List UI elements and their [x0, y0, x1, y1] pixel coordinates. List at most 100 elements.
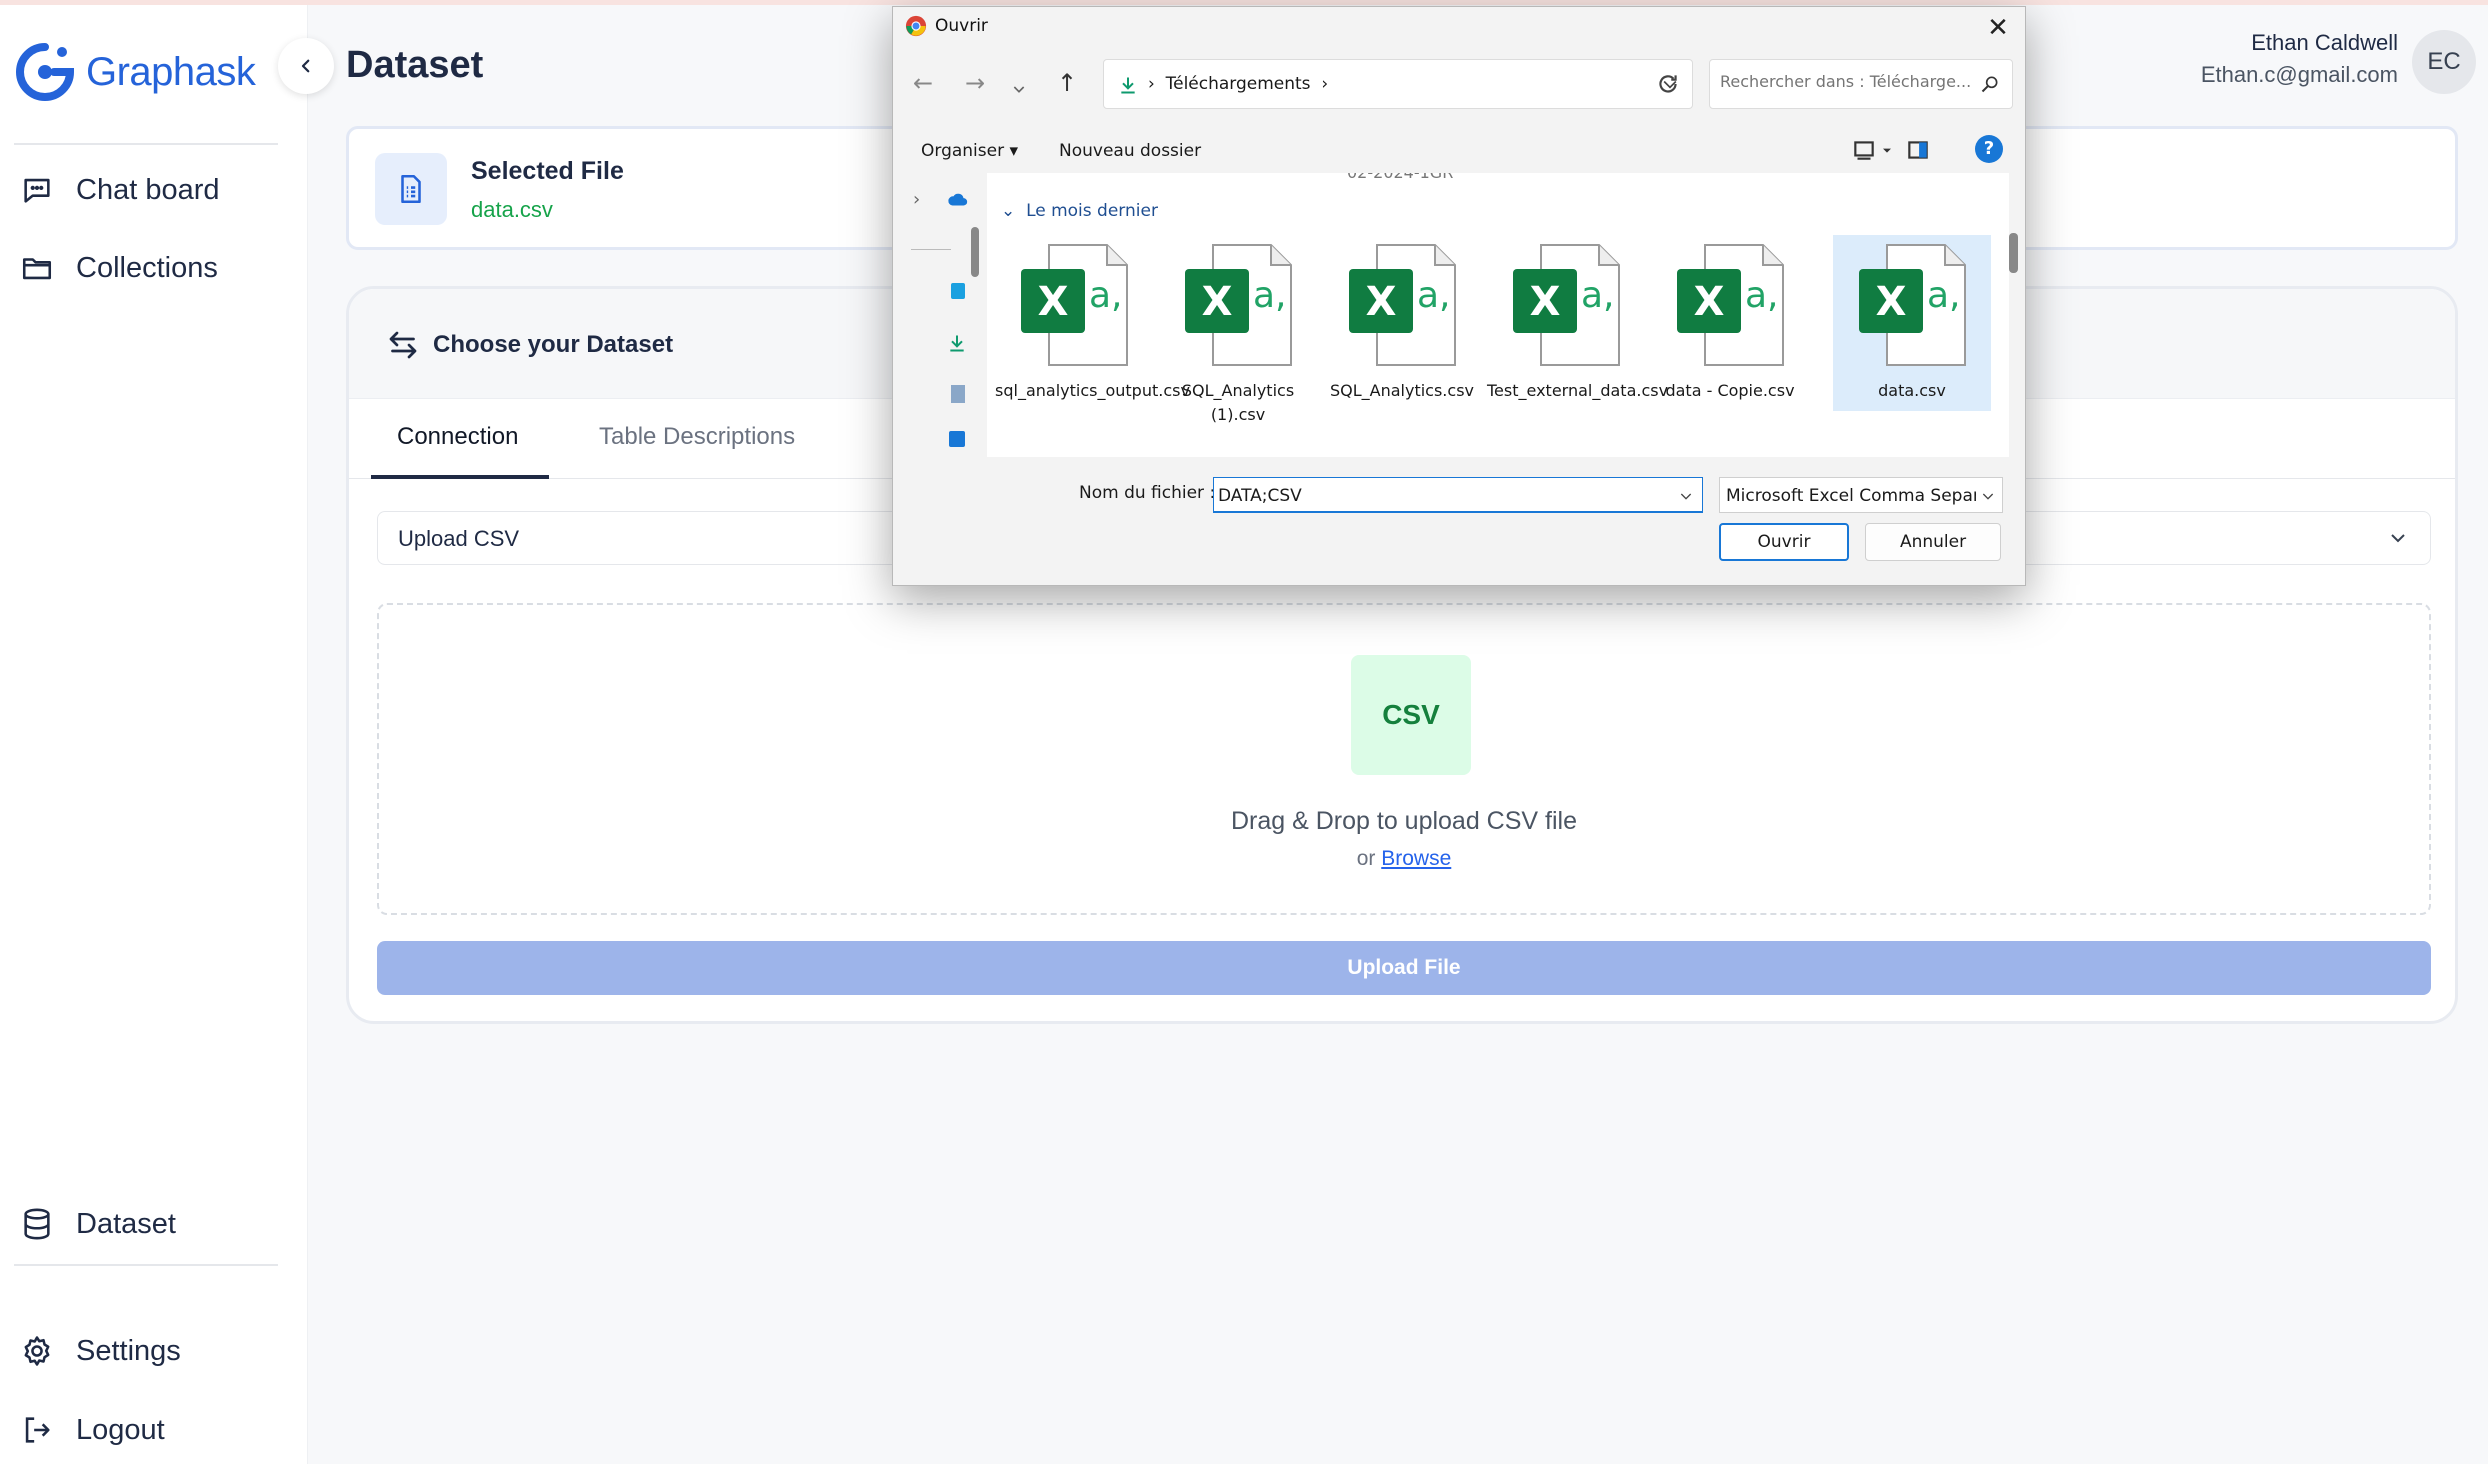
documents-icon[interactable]: [951, 385, 965, 403]
svg-text:X: X: [1202, 279, 1233, 325]
file-name: data.csv: [1878, 381, 1946, 400]
or-text: or: [1356, 847, 1376, 870]
top-accent-line: [0, 0, 2488, 5]
file-item[interactable]: Xa, Test_external_data.csv: [1487, 235, 1669, 411]
sidebar-item-chat-board[interactable]: Chat board: [20, 173, 220, 207]
sidebar-item-label: Collections: [76, 251, 218, 284]
excel-csv-icon: Xa,: [1677, 244, 1784, 366]
dropzone-text: Drag & Drop to upload CSV file: [1230, 807, 1577, 835]
organize-menu[interactable]: Organiser ▾: [921, 141, 1018, 161]
refresh-icon[interactable]: [1655, 71, 1681, 97]
chevron-down-icon[interactable]: [1879, 137, 1895, 163]
file-item-selected[interactable]: Xa, data.csv: [1833, 235, 1991, 411]
selected-file-name: data.csv: [471, 197, 553, 222]
download-icon[interactable]: [947, 333, 967, 353]
sidebar-item-dataset[interactable]: Dataset: [20, 1207, 176, 1241]
file-icon: [375, 153, 447, 225]
excel-csv-icon: Xa,: [1859, 244, 1966, 366]
folder-icon: [22, 258, 52, 280]
desktop-icon[interactable]: [951, 283, 965, 299]
up-arrow-icon[interactable]: ↑: [1057, 69, 1077, 97]
chevron-down-icon[interactable]: [1678, 488, 1694, 504]
svg-text:X: X: [1038, 279, 1069, 325]
excel-csv-icon: Xa,: [1021, 244, 1128, 366]
file-name: Test_external_data.csv: [1487, 381, 1669, 400]
file-item[interactable]: Xa, sql_analytics_output.csv: [995, 235, 1190, 411]
filename-input[interactable]: DATA;CSV: [1213, 477, 1703, 513]
svg-text:a,: a,: [1581, 275, 1615, 316]
upload-file-button[interactable]: Upload File: [377, 941, 2431, 995]
file-item[interactable]: Xa, SQL_Analytics.csv: [1323, 235, 1481, 411]
browse-link[interactable]: Browse: [1381, 847, 1451, 870]
collapse-sidebar-button[interactable]: [278, 38, 334, 94]
svg-text:a,: a,: [1089, 275, 1123, 316]
user-name: Ethan Caldwell: [2251, 30, 2398, 55]
csv-dropzone[interactable]: CSV Drag & Drop to upload CSV file or Br…: [377, 603, 2431, 915]
pictures-icon[interactable]: [949, 431, 965, 447]
filename-value: DATA;CSV: [1218, 486, 1302, 506]
sidebar-item-label: Settings: [76, 1334, 181, 1367]
sidebar-item-collections[interactable]: Collections: [20, 251, 218, 285]
svg-text:a,: a,: [1417, 275, 1451, 316]
nav-scrollbar[interactable]: [971, 227, 979, 277]
new-folder-button[interactable]: Nouveau dossier: [1059, 141, 1201, 161]
file-name: data - Copie.csv: [1665, 381, 1795, 400]
avatar[interactable]: EC: [2412, 30, 2476, 94]
filetype-select[interactable]: Microsoft Excel Comma Separated: [1719, 477, 2003, 513]
sidebar-item-settings[interactable]: Settings: [20, 1334, 181, 1368]
brand-name: Graphask: [86, 49, 256, 94]
excel-csv-icon: Xa,: [1185, 244, 1292, 366]
excel-csv-icon: Xa,: [1513, 244, 1620, 366]
forward-arrow-icon[interactable]: →: [965, 69, 985, 97]
selected-file-label: Selected File: [471, 157, 624, 185]
file-name: SQL_Analytics.csv: [1329, 381, 1474, 400]
view-options-icon[interactable]: [1851, 137, 1877, 163]
open-button[interactable]: Ouvrir: [1719, 523, 1849, 561]
file-list: 02-2024-1GR ⌄ Le mois dernier Xa, sql_an…: [987, 173, 2009, 457]
sidebar-item-label: Chat board: [76, 173, 220, 206]
svg-text:X: X: [1530, 279, 1561, 325]
close-icon[interactable]: ✕: [1983, 13, 2013, 43]
chat-icon: [24, 178, 50, 203]
scrollbar-thumb[interactable]: [2009, 233, 2018, 273]
preview-pane-icon[interactable]: [1905, 137, 1931, 163]
onedrive-icon[interactable]: [947, 193, 969, 207]
excel-csv-icon: Xa,: [1349, 244, 1456, 366]
svg-text:a,: a,: [1253, 275, 1287, 316]
tab-connection[interactable]: Connection: [397, 423, 518, 451]
dialog-search-box[interactable]: [1709, 59, 2013, 109]
svg-text:X: X: [1694, 279, 1725, 325]
csv-file-icon: CSV: [1351, 655, 1471, 775]
recent-chevron-icon[interactable]: [1011, 81, 1027, 97]
sidebar-item-logout[interactable]: Logout: [20, 1413, 165, 1447]
tab-table-descriptions[interactable]: Table Descriptions: [599, 423, 795, 451]
dialog-search-input[interactable]: [1720, 72, 1970, 91]
chevron-down-icon: [2391, 534, 2405, 543]
file-item[interactable]: Xa, data - Copie.csv: [1651, 235, 1809, 411]
address-bar[interactable]: › Téléchargements ›: [1103, 59, 1693, 109]
dialog-title: Ouvrir: [935, 16, 988, 36]
address-path: › Téléchargements ›: [1148, 74, 1329, 94]
sidebar-divider: [14, 1264, 278, 1266]
file-name: sql_analytics_output.csv: [995, 381, 1190, 400]
cancel-button[interactable]: Annuler: [1865, 523, 2001, 561]
file-list-scrollbar[interactable]: [2007, 173, 2021, 457]
file-name: SQL_Analytics (1).csv: [1181, 381, 1295, 424]
file-item[interactable]: Xa, SQL_Analytics (1).csv: [1159, 235, 1317, 424]
source-select-value: Upload CSV: [398, 526, 520, 551]
sidebar: Graphask Chat board Collections Dataset …: [0, 5, 308, 1464]
sidebar-item-label: Dataset: [76, 1207, 176, 1240]
swap-arrows-icon: [389, 331, 417, 359]
truncated-group-text: 02-2024-1GR: [1347, 173, 1453, 182]
filetype-value: Microsoft Excel Comma Separated: [1726, 486, 1976, 506]
database-icon: [24, 1208, 50, 1240]
group-header[interactable]: ⌄ Le mois dernier: [1001, 201, 1158, 221]
gear-icon: [24, 1336, 50, 1366]
chevron-right-icon[interactable]: ›: [913, 189, 920, 210]
back-arrow-icon[interactable]: ←: [913, 69, 933, 97]
active-tab-indicator: [371, 475, 549, 479]
chrome-icon: [905, 15, 927, 37]
nav-divider: [911, 249, 951, 250]
brand-logo[interactable]: Graphask: [14, 41, 256, 103]
help-icon[interactable]: ?: [1975, 135, 2003, 163]
